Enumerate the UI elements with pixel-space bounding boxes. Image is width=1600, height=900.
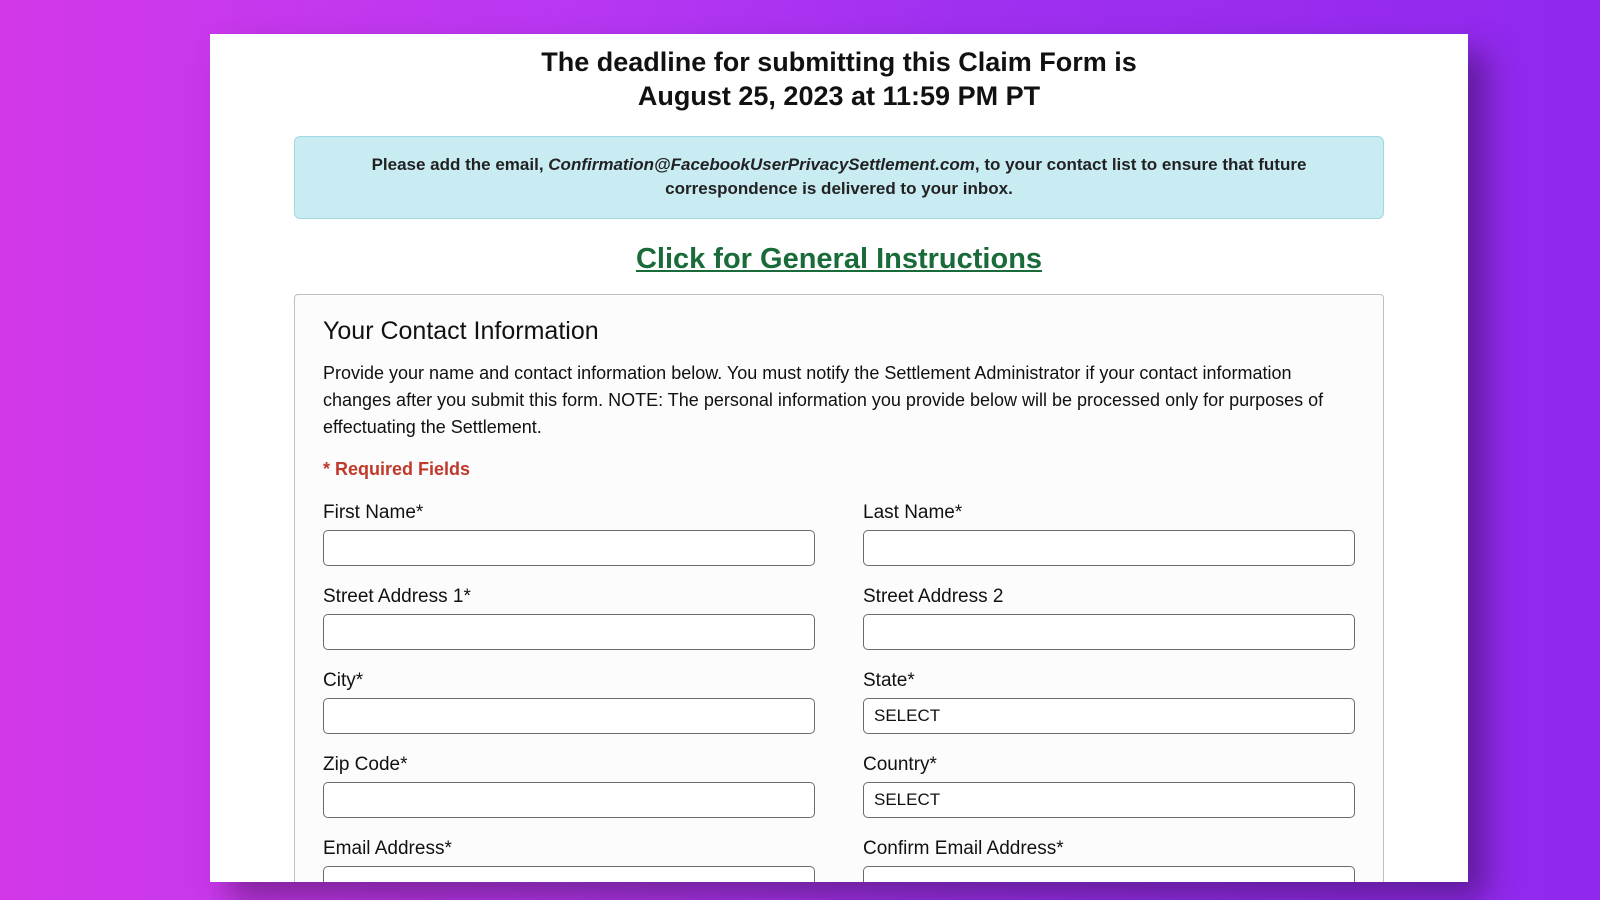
col-state: State* SELECT [863, 670, 1355, 734]
contact-info-panel: Your Contact Information Provide your na… [294, 294, 1384, 882]
col-country: Country* SELECT [863, 754, 1355, 818]
col-street1: Street Address 1* [323, 586, 815, 650]
section-description: Provide your name and contact informatio… [323, 360, 1355, 441]
street2-input[interactable] [863, 614, 1355, 650]
street1-label: Street Address 1* [323, 586, 815, 608]
col-zip: Zip Code* [323, 754, 815, 818]
last-name-input[interactable] [863, 530, 1355, 566]
street2-label: Street Address 2 [863, 586, 1355, 608]
confirm-email-input[interactable] [863, 866, 1355, 882]
page-inner: The deadline for submitting this Claim F… [210, 34, 1468, 882]
deadline-line-1: The deadline for submitting this Claim F… [250, 46, 1428, 80]
section-title: Your Contact Information [323, 317, 1355, 346]
row-email: Email Address* Confirm Email Address* [323, 838, 1355, 882]
state-select[interactable]: SELECT [863, 698, 1355, 734]
row-city-state: City* State* SELECT [323, 670, 1355, 734]
row-name: First Name* Last Name* [323, 502, 1355, 566]
col-city: City* [323, 670, 815, 734]
country-selected-value: SELECT [874, 790, 940, 810]
deadline-heading: The deadline for submitting this Claim F… [210, 46, 1468, 114]
required-fields-note: * Required Fields [323, 459, 1355, 480]
city-label: City* [323, 670, 815, 692]
col-last-name: Last Name* [863, 502, 1355, 566]
confirm-email-label: Confirm Email Address* [863, 838, 1355, 860]
col-street2: Street Address 2 [863, 586, 1355, 650]
first-name-label: First Name* [323, 502, 815, 524]
last-name-label: Last Name* [863, 502, 1355, 524]
row-street: Street Address 1* Street Address 2 [323, 586, 1355, 650]
col-confirm-email: Confirm Email Address* [863, 838, 1355, 882]
deadline-line-2: August 25, 2023 at 11:59 PM PT [250, 80, 1428, 114]
email-label: Email Address* [323, 838, 815, 860]
notice-email: Confirmation@FacebookUserPrivacySettleme… [548, 155, 975, 174]
col-first-name: First Name* [323, 502, 815, 566]
claim-form-page: The deadline for submitting this Claim F… [210, 34, 1468, 882]
zip-label: Zip Code* [323, 754, 815, 776]
notice-prefix: Please add the email, [372, 155, 549, 174]
first-name-input[interactable] [323, 530, 815, 566]
city-input[interactable] [323, 698, 815, 734]
state-selected-value: SELECT [874, 706, 940, 726]
state-label: State* [863, 670, 1355, 692]
col-email: Email Address* [323, 838, 815, 882]
row-zip-country: Zip Code* Country* SELECT [323, 754, 1355, 818]
zip-input[interactable] [323, 782, 815, 818]
country-label: Country* [863, 754, 1355, 776]
general-instructions-link[interactable]: Click for General Instructions [210, 243, 1468, 276]
email-notice-box: Please add the email, Confirmation@Faceb… [294, 136, 1384, 219]
country-select[interactable]: SELECT [863, 782, 1355, 818]
street1-input[interactable] [323, 614, 815, 650]
email-input[interactable] [323, 866, 815, 882]
